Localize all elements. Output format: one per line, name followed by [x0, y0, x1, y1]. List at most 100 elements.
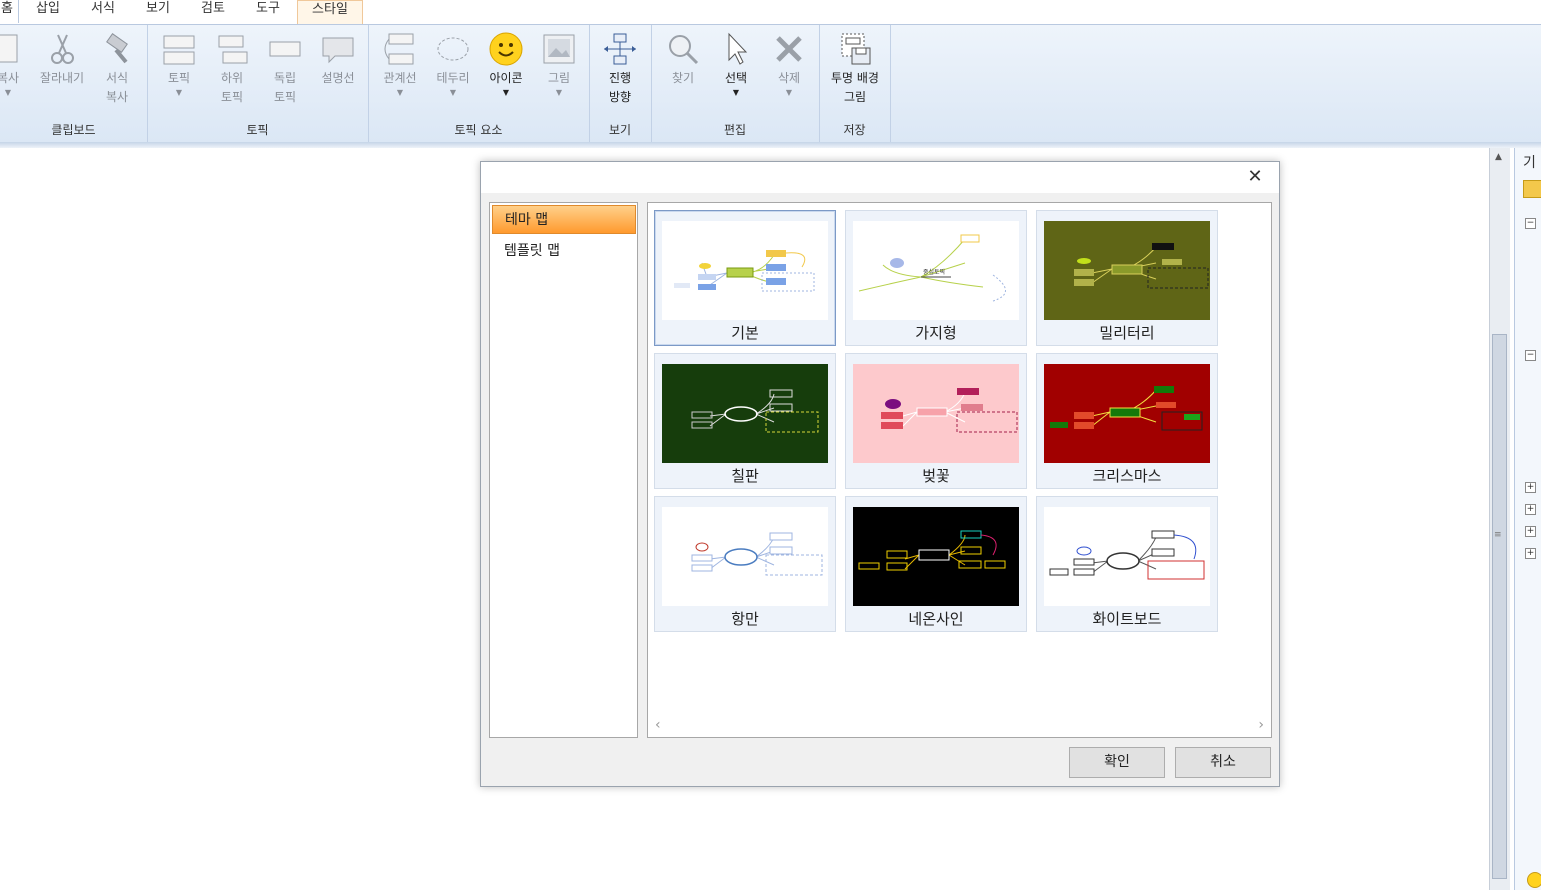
smiley-icon: [488, 31, 524, 67]
scroll-left-icon[interactable]: ‹: [655, 717, 661, 733]
transparent-image-button[interactable]: 투명 배경 그림: [822, 31, 888, 107]
theme-name: 네온사인: [908, 610, 964, 628]
scroll-up-icon[interactable]: ▲: [1495, 152, 1502, 162]
chevron-down-icon: ▼: [396, 88, 404, 97]
magnifier-icon: [665, 31, 701, 67]
group-save: 투명 배경 그림 저장: [819, 25, 891, 142]
group-label-save: 저장: [843, 123, 866, 137]
theme-card-cherry-blossom[interactable]: 벚꽃: [845, 353, 1027, 489]
smiley-icon[interactable]: [1527, 872, 1541, 888]
expand-icon[interactable]: +: [1525, 526, 1536, 537]
category-template-map[interactable]: 템플릿 맵: [492, 237, 636, 266]
theme-preview-image: [1044, 507, 1210, 606]
callout-label: 설명선: [321, 71, 355, 85]
cancel-button[interactable]: 취소: [1175, 747, 1271, 778]
group-label-clipboard: 클립보드: [51, 123, 96, 137]
theme-card-neon-sign[interactable]: 네온사인: [845, 496, 1027, 632]
relationship-label: 관계선: [383, 71, 417, 85]
theme-card-harbor[interactable]: 항만: [654, 496, 836, 632]
side-panel-title: 기: [1523, 155, 1536, 171]
theme-card-christmas[interactable]: 크리스마스: [1036, 353, 1218, 489]
theme-card-blackboard[interactable]: 칠판: [654, 353, 836, 489]
floating-topic-button[interactable]: 독립 토픽: [259, 31, 311, 107]
boundary-label: 테두리: [436, 71, 470, 85]
direction-button[interactable]: 진행 방향: [594, 31, 646, 107]
theme-card-branch[interactable]: 중심토픽 가지형: [845, 210, 1027, 346]
format-copy-label-2: 복사: [105, 90, 129, 104]
theme-preview-image: [853, 507, 1019, 606]
theme-name: 화이트보드: [1092, 610, 1162, 628]
theme-preview-image: [1044, 364, 1210, 463]
theme-name: 항만: [731, 610, 759, 628]
expand-icon[interactable]: +: [1525, 548, 1536, 559]
theme-name: 벚꽃: [922, 467, 950, 485]
select-button[interactable]: 선택 ▼: [710, 31, 762, 98]
theme-name: 칠판: [731, 467, 759, 485]
find-button[interactable]: 찾기: [657, 31, 709, 88]
folder-icon[interactable]: [1523, 180, 1541, 198]
canvas-vertical-scrollbar[interactable]: ▲ ≡: [1489, 148, 1510, 890]
group-topic-elements: 관계선 ▼ 테두리 ▼ 아이콘 ▼ 그림 ▼ 토픽 요소: [368, 25, 590, 142]
theme-preview-image: [662, 507, 828, 606]
chevron-down-icon: ▼: [555, 88, 563, 97]
image-button[interactable]: 그림 ▼: [533, 31, 585, 98]
chevron-down-icon: ▼: [732, 88, 740, 97]
theme-grid-horizontal-scrollbar[interactable]: ‹ ›: [650, 717, 1269, 735]
svg-text:중심토픽: 중심토픽: [923, 268, 945, 276]
topic-button[interactable]: 토픽 ▼: [153, 31, 205, 98]
scroll-grip-icon: ≡: [1494, 530, 1502, 540]
theme-name: 크리스마스: [1092, 467, 1162, 485]
theme-preview-image: [1044, 221, 1210, 320]
side-panel: 기 − − + + + +: [1514, 148, 1541, 890]
theme-card-military[interactable]: 밀리터리: [1036, 210, 1218, 346]
scroll-right-icon[interactable]: ›: [1258, 717, 1264, 733]
callout-button[interactable]: 설명선: [312, 31, 364, 88]
icon-button[interactable]: 아이콘 ▼: [480, 31, 532, 98]
relationship-button[interactable]: 관계선 ▼: [374, 31, 426, 98]
tab-home[interactable]: 홈: [0, 0, 19, 23]
theme-dialog: ✕ 테마 맵 템플릿 맵 기본 중심토픽 가지형 밀리터리 칠판 벚꽃 크리스마…: [480, 161, 1280, 787]
category-theme-map[interactable]: 테마 맵: [492, 205, 636, 234]
group-topic: 토픽 ▼ 하위 토픽 독립 토픽 설명선 토픽: [147, 25, 369, 142]
ribbon-tab-bar: 홈 삽입 서식 보기 검토 도구 스타일: [0, 0, 1541, 25]
close-icon[interactable]: ✕: [1245, 167, 1265, 187]
cut-button[interactable]: 잘라내기: [34, 31, 90, 88]
cursor-icon: [718, 31, 754, 67]
subtopic-icon: [214, 31, 250, 67]
format-brush-icon: [99, 31, 135, 67]
copy-button[interactable]: 복사 ▼: [0, 31, 34, 98]
tab-tools[interactable]: 도구: [246, 0, 290, 23]
theme-card-basic[interactable]: 기본: [654, 210, 836, 346]
theme-name: 가지형: [915, 324, 957, 342]
topic-label: 토픽: [167, 71, 191, 85]
collapse-icon[interactable]: −: [1525, 350, 1536, 361]
delete-button[interactable]: 삭제 ▼: [763, 31, 815, 98]
transparent-label-2: 그림: [843, 90, 867, 104]
expand-icon[interactable]: +: [1525, 504, 1536, 515]
expand-icon[interactable]: +: [1525, 482, 1536, 493]
relationship-icon: [382, 31, 418, 67]
topic-icon: [161, 31, 197, 67]
subtopic-button[interactable]: 하위 토픽: [206, 31, 258, 107]
scrollbar-thumb[interactable]: [1492, 334, 1507, 879]
tab-view[interactable]: 보기: [136, 0, 180, 23]
tab-style[interactable]: 스타일: [297, 0, 363, 24]
theme-name: 기본: [731, 324, 759, 342]
collapse-icon[interactable]: −: [1525, 218, 1536, 229]
ribbon-divider: [0, 142, 1541, 148]
theme-card-whiteboard[interactable]: 화이트보드: [1036, 496, 1218, 632]
tab-insert[interactable]: 삽입: [26, 0, 70, 23]
tab-format[interactable]: 서식: [81, 0, 125, 23]
find-label: 찾기: [671, 71, 695, 85]
boundary-icon: [435, 31, 471, 67]
format-copy-button[interactable]: 서식 복사: [91, 31, 143, 107]
group-view: 진행 방향 보기: [589, 25, 652, 142]
group-label-topic-elements: 토픽 요소: [454, 123, 503, 137]
theme-preview-image: [662, 364, 828, 463]
tab-review[interactable]: 검토: [191, 0, 235, 23]
delete-x-icon: [771, 31, 807, 67]
boundary-button[interactable]: 테두리 ▼: [427, 31, 479, 98]
theme-grid: 기본 중심토픽 가지형 밀리터리 칠판 벚꽃 크리스마스 항만 네온사인 화이트…: [647, 202, 1272, 738]
format-copy-label-1: 서식: [105, 71, 129, 85]
ok-button[interactable]: 확인: [1069, 747, 1165, 778]
